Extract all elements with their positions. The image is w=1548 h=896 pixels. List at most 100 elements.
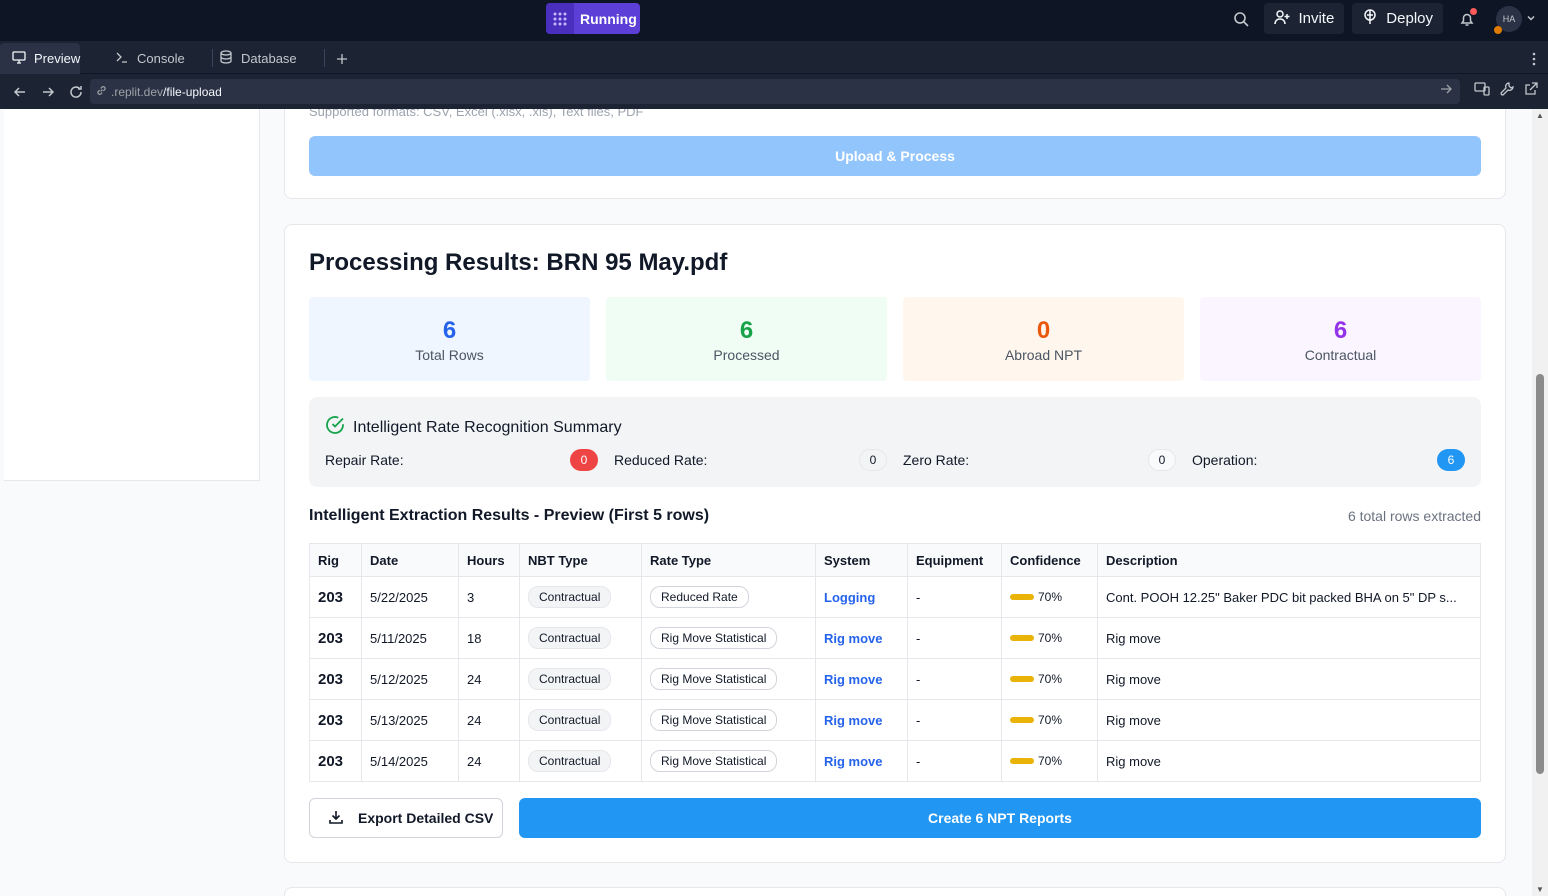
wrench-icon[interactable] xyxy=(1500,82,1514,101)
table-row: 203 5/14/2025 24 Contractual Rig Move St… xyxy=(309,740,1481,782)
cell-rate-type: Rig Move Statistical xyxy=(641,699,816,741)
summary-heading: Intelligent Rate Recognition Summary xyxy=(325,415,622,440)
rate-count-badge: 6 xyxy=(1437,449,1465,471)
deploy-button[interactable]: Deploy xyxy=(1352,3,1443,34)
system-link[interactable]: Rig move xyxy=(824,754,883,769)
tab-console[interactable]: Console xyxy=(103,43,209,74)
confidence-value: 70% xyxy=(1038,672,1063,686)
rate-type-badge: Rig Move Statistical xyxy=(650,750,778,772)
table-row: 203 5/11/2025 18 Contractual Rig Move St… xyxy=(309,617,1481,659)
cell-system: Rig move xyxy=(815,699,908,741)
cell-description: Rig move xyxy=(1097,740,1481,782)
rate-count-badge: 0 xyxy=(859,449,887,471)
tab-bar: Preview Console Database xyxy=(0,41,1548,74)
cell-rig: 203 xyxy=(309,576,362,618)
notification-dot xyxy=(1470,8,1477,15)
confidence-bar xyxy=(1010,717,1034,723)
system-link[interactable]: Rig move xyxy=(824,631,883,646)
rate-type-badge: Rig Move Statistical xyxy=(650,627,778,649)
cell-hours: 24 xyxy=(458,658,520,700)
go-arrow-icon[interactable] xyxy=(1440,83,1452,98)
export-csv-button[interactable]: Export Detailed CSV xyxy=(309,798,503,838)
stat-total-rows: 6 Total Rows xyxy=(309,297,590,381)
cell-rate-type: Rig Move Statistical xyxy=(641,658,816,700)
more-vertical-icon[interactable] xyxy=(1532,43,1536,74)
next-card xyxy=(284,887,1506,896)
extraction-count: 6 total rows extracted xyxy=(1347,508,1481,524)
cell-hours: 18 xyxy=(458,617,520,659)
confidence-value: 70% xyxy=(1038,590,1063,604)
confidence-value: 70% xyxy=(1038,631,1063,645)
search-icon[interactable] xyxy=(1225,3,1256,34)
stat-value: 6 xyxy=(739,317,754,344)
stat-value: 6 xyxy=(1333,317,1348,344)
scroll-down-icon[interactable]: ▼ xyxy=(1536,885,1544,894)
confidence-value: 70% xyxy=(1038,754,1063,768)
nbt-type-badge: Contractual xyxy=(528,627,612,649)
stat-label: Abroad NPT xyxy=(1004,347,1083,363)
table-header-row: Rig Date Hours NBT Type Rate Type System… xyxy=(309,543,1481,577)
user-menu[interactable]: HA xyxy=(1494,5,1536,34)
bell-icon[interactable] xyxy=(1451,3,1482,34)
external-link-icon[interactable] xyxy=(1524,82,1538,101)
cell-confidence: 70% xyxy=(1001,617,1098,659)
system-link[interactable]: Rig move xyxy=(824,672,883,687)
upload-process-button[interactable]: Upload & Process xyxy=(309,136,1481,176)
tab-divider xyxy=(324,49,325,67)
rate-zero: Zero Rate: 0 xyxy=(903,449,1176,471)
invite-label: Invite xyxy=(1298,10,1335,27)
column-header: Date xyxy=(361,543,459,577)
confidence-bar xyxy=(1010,758,1034,764)
create-npt-reports-button[interactable]: Create 6 NPT Reports xyxy=(519,798,1481,838)
tab-database[interactable]: Database xyxy=(207,43,323,74)
grid-icon xyxy=(546,3,574,34)
rate-label: Zero Rate: xyxy=(903,452,970,468)
download-icon xyxy=(328,809,344,828)
url-tools xyxy=(1474,74,1538,109)
chevron-down-icon xyxy=(1526,10,1536,28)
stat-label: Processed xyxy=(713,347,780,363)
cell-system: Logging xyxy=(815,576,908,618)
rate-type-badge: Rig Move Statistical xyxy=(650,709,778,731)
column-header: System xyxy=(815,543,908,577)
reload-icon[interactable] xyxy=(66,74,86,109)
invite-button[interactable]: Invite xyxy=(1264,3,1345,34)
tab-database-label: Database xyxy=(241,51,297,66)
forward-arrow-icon[interactable] xyxy=(38,74,58,109)
upload-card: Supported formats: CSV, Excel (.xlsx, .x… xyxy=(284,109,1506,199)
sidebar-panel xyxy=(4,109,260,481)
add-tab-icon[interactable] xyxy=(334,43,350,74)
cell-nbt-type: Contractual xyxy=(519,658,642,700)
header-actions: Invite Deploy HA xyxy=(1225,3,1536,34)
confidence-bar xyxy=(1010,676,1034,682)
system-link[interactable]: Rig move xyxy=(824,713,883,728)
cell-nbt-type: Contractual xyxy=(519,576,642,618)
scroll-up-icon[interactable]: ▲ xyxy=(1536,111,1544,120)
scrollbar[interactable]: ▲ ▼ xyxy=(1532,109,1548,896)
workspace-header: Running Invite Deploy HA xyxy=(0,0,1548,41)
back-arrow-icon[interactable] xyxy=(10,74,30,109)
check-circle-icon xyxy=(325,415,345,440)
cell-equipment: - xyxy=(907,740,1002,782)
nbt-type-badge: Contractual xyxy=(528,709,612,731)
results-card: Processing Results: BRN 95 May.pdf 6 Tot… xyxy=(284,224,1506,863)
devices-icon[interactable] xyxy=(1474,82,1490,101)
cell-system: Rig move xyxy=(815,658,908,700)
cell-rig: 203 xyxy=(309,740,362,782)
cell-date: 5/12/2025 xyxy=(361,658,459,700)
rate-label: Operation: xyxy=(1192,452,1258,468)
cell-nbt-type: Contractual xyxy=(519,617,642,659)
url-input[interactable]: .replit.dev/file-upload xyxy=(90,79,1460,104)
cell-date: 5/13/2025 xyxy=(361,699,459,741)
scrollbar-thumb[interactable] xyxy=(1536,374,1544,774)
run-button[interactable]: Running xyxy=(546,3,640,34)
system-link[interactable]: Logging xyxy=(824,590,875,605)
table-row: 203 5/12/2025 24 Contractual Rig Move St… xyxy=(309,658,1481,700)
run-label: Running xyxy=(580,10,637,27)
extraction-table: Rig Date Hours NBT Type Rate Type System… xyxy=(309,543,1481,782)
tab-console-label: Console xyxy=(137,51,185,66)
cell-rate-type: Reduced Rate xyxy=(641,576,816,618)
cell-confidence: 70% xyxy=(1001,576,1098,618)
tab-preview[interactable]: Preview xyxy=(0,43,80,74)
cell-rig: 203 xyxy=(309,658,362,700)
